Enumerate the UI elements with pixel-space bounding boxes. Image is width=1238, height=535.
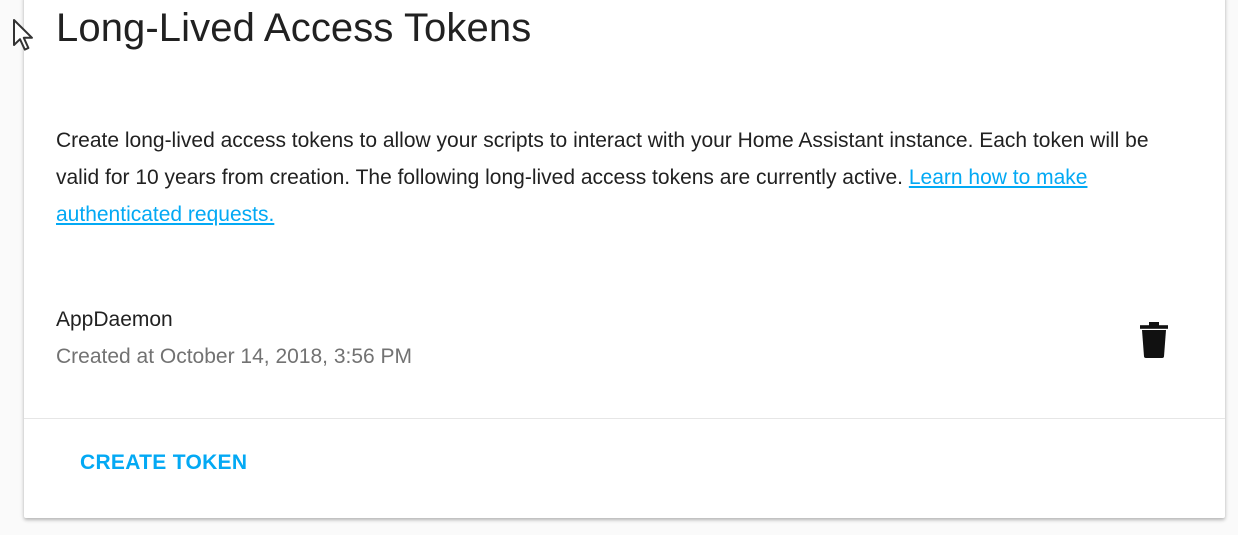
- trash-icon: [1140, 322, 1168, 358]
- mouse-cursor-icon: [13, 19, 33, 51]
- delete-token-button[interactable]: [1126, 312, 1182, 368]
- card-description: Create long-lived access tokens to allow…: [56, 122, 1186, 233]
- token-created-date: Created at October 14, 2018, 3:56 PM: [56, 345, 413, 368]
- card-actions: CREATE TOKEN: [24, 419, 1225, 518]
- token-name: AppDaemon: [56, 308, 173, 331]
- card-title: Long-Lived Access Tokens: [56, 6, 532, 50]
- token-list-item: AppDaemon Created at October 14, 2018, 3…: [24, 294, 1225, 414]
- create-token-button[interactable]: CREATE TOKEN: [68, 441, 259, 485]
- long-lived-tokens-card: Long-Lived Access Tokens Create long-liv…: [24, 0, 1225, 518]
